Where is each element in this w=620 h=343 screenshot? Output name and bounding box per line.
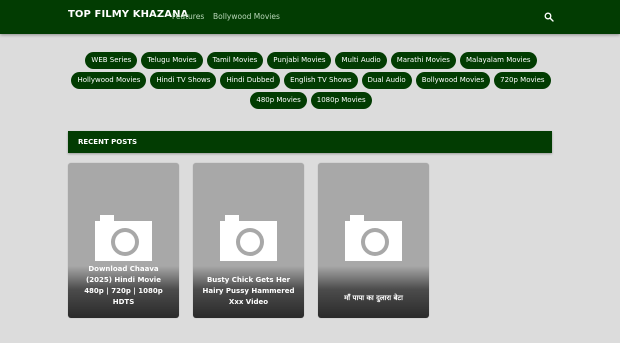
label-bollywood-movies[interactable]: Bollywood Movies — [415, 72, 491, 89]
nav-link-bollywood-movies[interactable]: Bollywood Movies — [213, 12, 280, 21]
label-hollywood-movies[interactable]: Hollywood Movies — [71, 72, 147, 89]
label-tamil-movies[interactable]: Tamil Movies — [206, 52, 264, 69]
post-title[interactable]: Download Chaava (2025) Hindi Movie 480p … — [76, 264, 171, 308]
label-punjabi-movies[interactable]: Punjabi Movies — [267, 52, 332, 69]
label-english-tv-shows[interactable]: English TV Shows — [284, 72, 358, 89]
post-title[interactable]: माँ पापा का दुलारा बेटा — [344, 293, 403, 304]
recent-posts-header: RECENT POSTS — [68, 131, 552, 153]
label-480p-movies[interactable]: 480p Movies — [250, 92, 307, 109]
label-hindi-tv-shows[interactable]: Hindi TV Shows — [150, 72, 217, 89]
label-dual-audio[interactable]: Dual Audio — [361, 72, 412, 89]
post-caption: Busty Chick Gets Her Hairy Pussy Hammere… — [193, 266, 304, 318]
label-720p-movies[interactable]: 720p Movies — [494, 72, 551, 89]
camera-icon — [220, 215, 277, 261]
post-caption: Download Chaava (2025) Hindi Movie 480p … — [68, 264, 179, 318]
label-hindi-dubbed[interactable]: Hindi Dubbed — [220, 72, 281, 89]
camera-icon — [95, 215, 152, 261]
label-1080p-movies[interactable]: 1080p Movies — [310, 92, 372, 109]
post-card[interactable]: Busty Chick Gets Her Hairy Pussy Hammere… — [193, 163, 304, 318]
section-title: RECENT POSTS — [78, 138, 138, 146]
site-brand[interactable]: TOP FILMY KHAZANA — [68, 9, 188, 20]
label-telugu-movies[interactable]: Telugu Movies — [141, 52, 203, 69]
nav-link-features[interactable]: Features — [172, 12, 204, 21]
label-malayalam-movies[interactable]: Malayalam Movies — [459, 52, 537, 69]
label-cloud: WEB Series Telugu Movies Tamil Movies Pu… — [66, 52, 556, 109]
camera-icon — [345, 215, 402, 261]
label-marathi-movies[interactable]: Marathi Movies — [390, 52, 456, 69]
post-card[interactable]: माँ पापा का दुलारा बेटा — [318, 163, 429, 318]
post-card[interactable]: Download Chaava (2025) Hindi Movie 480p … — [68, 163, 179, 318]
search-icon[interactable] — [544, 12, 554, 22]
post-title[interactable]: Busty Chick Gets Her Hairy Pussy Hammere… — [201, 275, 296, 308]
label-multi-audio[interactable]: Multi Audio — [335, 52, 387, 69]
label-web-series[interactable]: WEB Series — [85, 52, 138, 69]
post-caption: माँ पापा का दुलारा बेटा — [318, 266, 429, 318]
site-header: TOP FILMY KHAZANA Features Bollywood Mov… — [0, 0, 620, 34]
